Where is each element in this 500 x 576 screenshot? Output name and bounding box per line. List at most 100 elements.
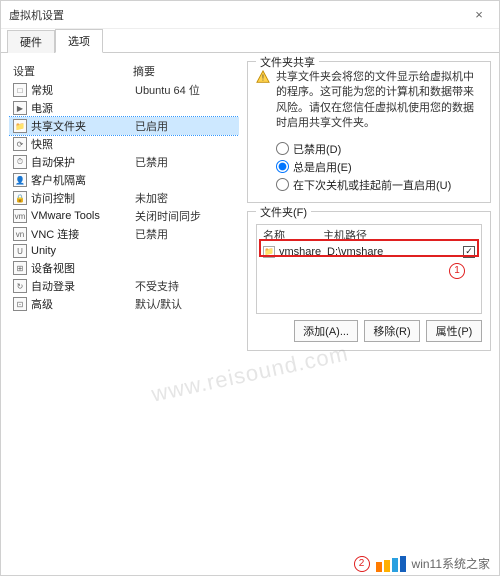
radio-always-label: 总是启用(E) — [293, 159, 352, 175]
logo-bar — [400, 556, 406, 572]
settings-row-icon: vn — [13, 227, 27, 241]
settings-row-name: VMware Tools — [31, 210, 131, 222]
folders-group: 文件夹(F) 名称 主机路径 📁vmshareD:\vmshare✓ 1 添加(… — [247, 211, 491, 351]
settings-list-header: 设置 摘要 — [9, 61, 239, 81]
settings-row[interactable]: vn VNC 连接已禁用 — [9, 225, 239, 243]
tab-strip: 硬件 选项 — [1, 29, 499, 53]
folder-sharing-title: 文件夹共享 — [256, 54, 319, 70]
settings-list-panel: 设置 摘要 □ 常规Ubuntu 64 位 ▶ 电源 📁 共享文件夹已启用 ⟳ 快照 ⏱ 自动保护… — [9, 61, 239, 567]
radio-until[interactable]: 在下次关机或挂起前一直启用(U) — [256, 176, 482, 194]
settings-row-name: 自动保护 — [31, 154, 131, 170]
folders-col-path: 主机路径 — [323, 227, 475, 243]
settings-row[interactable]: vm VMware Tools 关闭时间同步 — [9, 207, 239, 225]
annotation-circle-2: 2 — [354, 556, 370, 572]
settings-row-name: 快照 — [31, 136, 131, 152]
settings-row-summary: 未加密 — [135, 190, 235, 206]
settings-row[interactable]: 📁 共享文件夹已启用 — [9, 117, 239, 135]
settings-row-name: 高级 — [31, 296, 131, 312]
folders-button-row: 添加(A)... 移除(R) 属性(P) — [256, 320, 482, 342]
settings-row-name: VNC 连接 — [31, 226, 131, 242]
folders-group-title: 文件夹(F) — [256, 204, 311, 220]
settings-row[interactable]: □ 常规Ubuntu 64 位 — [9, 81, 239, 99]
settings-row-icon: 👤 — [13, 173, 27, 187]
settings-row-icon: ⟳ — [13, 137, 27, 151]
settings-row-name: 常规 — [31, 82, 131, 98]
settings-row-icon: vm — [13, 209, 27, 223]
settings-row-name: 自动登录 — [31, 278, 131, 294]
folders-col-name: 名称 — [263, 227, 323, 243]
radio-always-input[interactable] — [276, 160, 289, 173]
col-device-header: 设置 — [13, 63, 133, 79]
radio-until-input[interactable] — [276, 178, 289, 191]
logo-bar — [392, 558, 398, 572]
warning-text: 共享文件夹会将您的文件显示给虚拟机中的程序。这可能为您的计算机和数据带来风险。请… — [276, 70, 482, 132]
folders-listbox[interactable]: 名称 主机路径 📁 vmshare D:\vmshare ✓ 1 — [256, 224, 482, 314]
settings-row[interactable]: ↻ 自动登录不受支持 — [9, 277, 239, 295]
settings-row-name: 电源 — [31, 100, 131, 116]
radio-disabled-input[interactable] — [276, 142, 289, 155]
settings-row-icon: ⊡ — [13, 297, 27, 311]
folders-header: 名称 主机路径 — [257, 225, 481, 245]
settings-row-summary: 已禁用 — [135, 154, 235, 170]
col-summary-header: 摘要 — [133, 63, 235, 79]
settings-row-name: Unity — [31, 245, 131, 257]
titlebar: 虚拟机设置 × — [1, 1, 499, 29]
close-icon[interactable]: × — [467, 5, 491, 25]
settings-row-summary: 不受支持 — [135, 278, 235, 294]
settings-row[interactable]: ⊞ 设备视图 — [9, 259, 239, 277]
radio-always[interactable]: 总是启用(E) — [256, 158, 482, 176]
logo-bar — [384, 560, 390, 572]
radio-disabled[interactable]: 已禁用(D) — [256, 140, 482, 158]
settings-row-summary: 已禁用 — [135, 226, 235, 242]
settings-row-name: 共享文件夹 — [31, 118, 131, 134]
radio-until-label: 在下次关机或挂起前一直启用(U) — [293, 177, 451, 193]
window-title: 虚拟机设置 — [9, 7, 467, 23]
settings-row[interactable]: ⊡ 高级默认/默认 — [9, 295, 239, 313]
footer-logo — [376, 556, 406, 572]
settings-row-name: 访问控制 — [31, 190, 131, 206]
settings-row-icon: □ — [13, 83, 27, 97]
footer-text: win11系统之家 — [412, 555, 490, 572]
settings-row-icon: U — [13, 244, 27, 258]
settings-row-icon: 🔒 — [13, 191, 27, 205]
settings-row-icon: ⊞ — [13, 261, 27, 275]
folder-icon: 📁 — [263, 246, 275, 258]
body: 设置 摘要 □ 常规Ubuntu 64 位 ▶ 电源 📁 共享文件夹已启用 ⟳ 快照 ⏱ 自动保护… — [1, 53, 499, 575]
warning-icon: ! — [256, 70, 270, 84]
annotation-circle-1: 1 — [449, 263, 465, 279]
folder-path: D:\vmshare — [327, 246, 459, 258]
folder-sharing-group: 文件夹共享 ! 共享文件夹会将您的文件显示给虚拟机中的程序。这可能为您的计算机和… — [247, 61, 491, 203]
svg-text:!: ! — [262, 74, 264, 83]
footer: 2 win11系统之家 — [0, 555, 500, 572]
settings-list[interactable]: □常规Ubuntu 64 位▶电源📁共享文件夹已启用⟳快照⏱自动保护已禁用👤客户… — [9, 81, 239, 567]
warning-row: ! 共享文件夹会将您的文件显示给虚拟机中的程序。这可能为您的计算机和数据带来风险… — [256, 70, 482, 132]
settings-row-name: 客户机隔离 — [31, 172, 131, 188]
settings-row-summary: 已启用 — [135, 118, 235, 134]
logo-bar — [376, 562, 382, 572]
settings-row[interactable]: ⟳ 快照 — [9, 135, 239, 153]
settings-row[interactable]: 👤 客户机隔离 — [9, 171, 239, 189]
folder-name: vmshare — [279, 246, 323, 258]
settings-row[interactable]: 🔒 访问控制未加密 — [9, 189, 239, 207]
radio-disabled-label: 已禁用(D) — [293, 141, 341, 157]
settings-row-name: 设备视图 — [31, 260, 131, 276]
tab-hardware[interactable]: 硬件 — [7, 30, 55, 53]
settings-row[interactable]: ▶ 电源 — [9, 99, 239, 117]
settings-row-summary: Ubuntu 64 位 — [135, 82, 235, 98]
vm-settings-window: 虚拟机设置 × 硬件 选项 设置 摘要 □ 常规Ubuntu 64 位 ▶ 电源 📁 共享… — [0, 0, 500, 576]
settings-row-icon: 📁 — [13, 119, 27, 133]
add-button[interactable]: 添加(A)... — [294, 320, 358, 342]
folder-row[interactable]: 📁 vmshare D:\vmshare ✓ — [257, 245, 481, 259]
details-panel: 文件夹共享 ! 共享文件夹会将您的文件显示给虚拟机中的程序。这可能为您的计算机和… — [247, 61, 491, 567]
settings-row[interactable]: U Unity — [9, 243, 239, 259]
remove-button[interactable]: 移除(R) — [364, 320, 420, 342]
settings-row-icon: ⏱ — [13, 155, 27, 169]
folder-enabled-checkbox[interactable]: ✓ — [463, 246, 475, 258]
settings-row-icon: ↻ — [13, 279, 27, 293]
settings-row-summary: 默认/默认 — [135, 296, 235, 312]
properties-button[interactable]: 属性(P) — [426, 320, 482, 342]
tab-options[interactable]: 选项 — [55, 29, 103, 53]
settings-row-summary: 关闭时间同步 — [135, 208, 235, 224]
settings-row-icon: ▶ — [13, 101, 27, 115]
settings-row[interactable]: ⏱ 自动保护已禁用 — [9, 153, 239, 171]
